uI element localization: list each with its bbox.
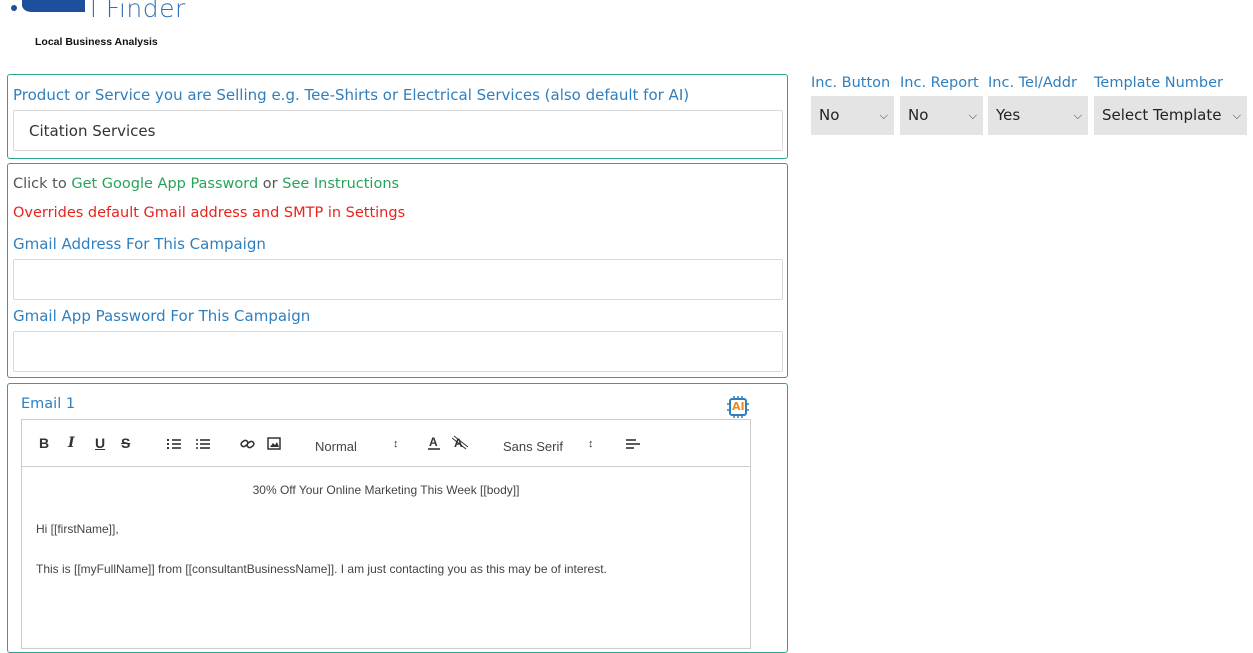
see-instructions-link[interactable]: See Instructions (282, 176, 399, 192)
editor-body[interactable]: 30% Off Your Online Marketing This Week … (22, 467, 750, 650)
gmail-panel: Click to Get Google App Password or See … (7, 163, 788, 378)
gmail-password-input[interactable] (13, 331, 783, 372)
inc-tel-addr-select[interactable]: Yes ⌵ (988, 96, 1088, 135)
inc-button-label: Inc. Button (811, 75, 891, 91)
template-number-label: Template Number (1094, 75, 1224, 91)
svg-text:A: A (429, 435, 438, 449)
bold-button[interactable]: B (39, 434, 49, 452)
template-value: Select Template (1102, 106, 1222, 124)
inc-report-label: Inc. Report (900, 75, 979, 91)
size-select[interactable]: Normal (315, 438, 357, 456)
align-icon[interactable] (626, 438, 640, 450)
get-google-app-password-link[interactable]: Get Google App Password (71, 176, 258, 192)
logo-mark-icon (11, 0, 85, 12)
italic-button[interactable]: I (68, 434, 75, 452)
size-select-arrows-icon: ↕ (393, 438, 399, 450)
image-icon[interactable] (267, 437, 281, 450)
gmail-password-label: Gmail App Password For This Campaign (13, 307, 311, 325)
gmail-address-input[interactable] (13, 259, 783, 300)
strike-button[interactable]: S (121, 434, 130, 452)
chevron-down-icon: ⌵ (879, 109, 888, 122)
email-title: Email 1 (21, 396, 76, 412)
product-label: Product or Service you are Selling e.g. … (13, 86, 690, 104)
ai-badge-label: AI (732, 400, 745, 413)
product-input[interactable]: Citation Services (13, 110, 783, 151)
ai-button[interactable]: AI (727, 396, 749, 418)
chevron-down-icon: ⌵ (968, 109, 977, 122)
email-paragraph: This is [[myFullName]] from [[consultant… (36, 562, 607, 576)
inc-report-select[interactable]: No ⌵ (900, 96, 983, 135)
font-select-arrows-icon: ↕ (588, 438, 594, 450)
editor-toolbar: B I U S Normal ↕ A Sans Serif ↕ (22, 420, 750, 467)
email-subject-line: 30% Off Your Online Marketing This Week … (252, 483, 520, 497)
email-editor: B I U S Normal ↕ A Sans Serif ↕ 30% Off … (21, 419, 751, 649)
template-select[interactable]: Select Template ⌵ (1094, 96, 1247, 135)
email-greeting: Hi [[firstName]], (36, 522, 119, 536)
inc-tel-addr-value: Yes (996, 106, 1021, 124)
background-color-icon[interactable]: A (452, 435, 468, 451)
google-password-line: Click to Get Google App Password or See … (13, 176, 399, 192)
bullet-list-icon[interactable] (196, 438, 210, 450)
chevron-down-icon: ⌵ (1229, 96, 1241, 135)
font-color-icon[interactable]: A (427, 435, 441, 451)
inc-tel-addr-label: Inc. Tel/Addr (988, 75, 1077, 91)
inc-button-select[interactable]: No ⌵ (811, 96, 894, 135)
tagline: Local Business Analysis (35, 36, 158, 48)
gmail-address-label: Gmail Address For This Campaign (13, 235, 266, 253)
or-text: or (262, 176, 278, 192)
product-panel: Product or Service you are Selling e.g. … (7, 74, 788, 159)
inc-report-value: No (908, 106, 929, 124)
logo-text: l Finder (90, 0, 186, 23)
inc-button-value: No (819, 106, 840, 124)
ordered-list-icon[interactable] (167, 438, 181, 450)
click-to-text: Click to (13, 176, 67, 192)
link-icon[interactable] (240, 437, 255, 451)
override-note: Overrides default Gmail address and SMTP… (13, 205, 406, 221)
chevron-down-icon: ⌵ (1073, 109, 1082, 122)
underline-button[interactable]: U (95, 434, 105, 452)
font-select[interactable]: Sans Serif (503, 438, 563, 456)
